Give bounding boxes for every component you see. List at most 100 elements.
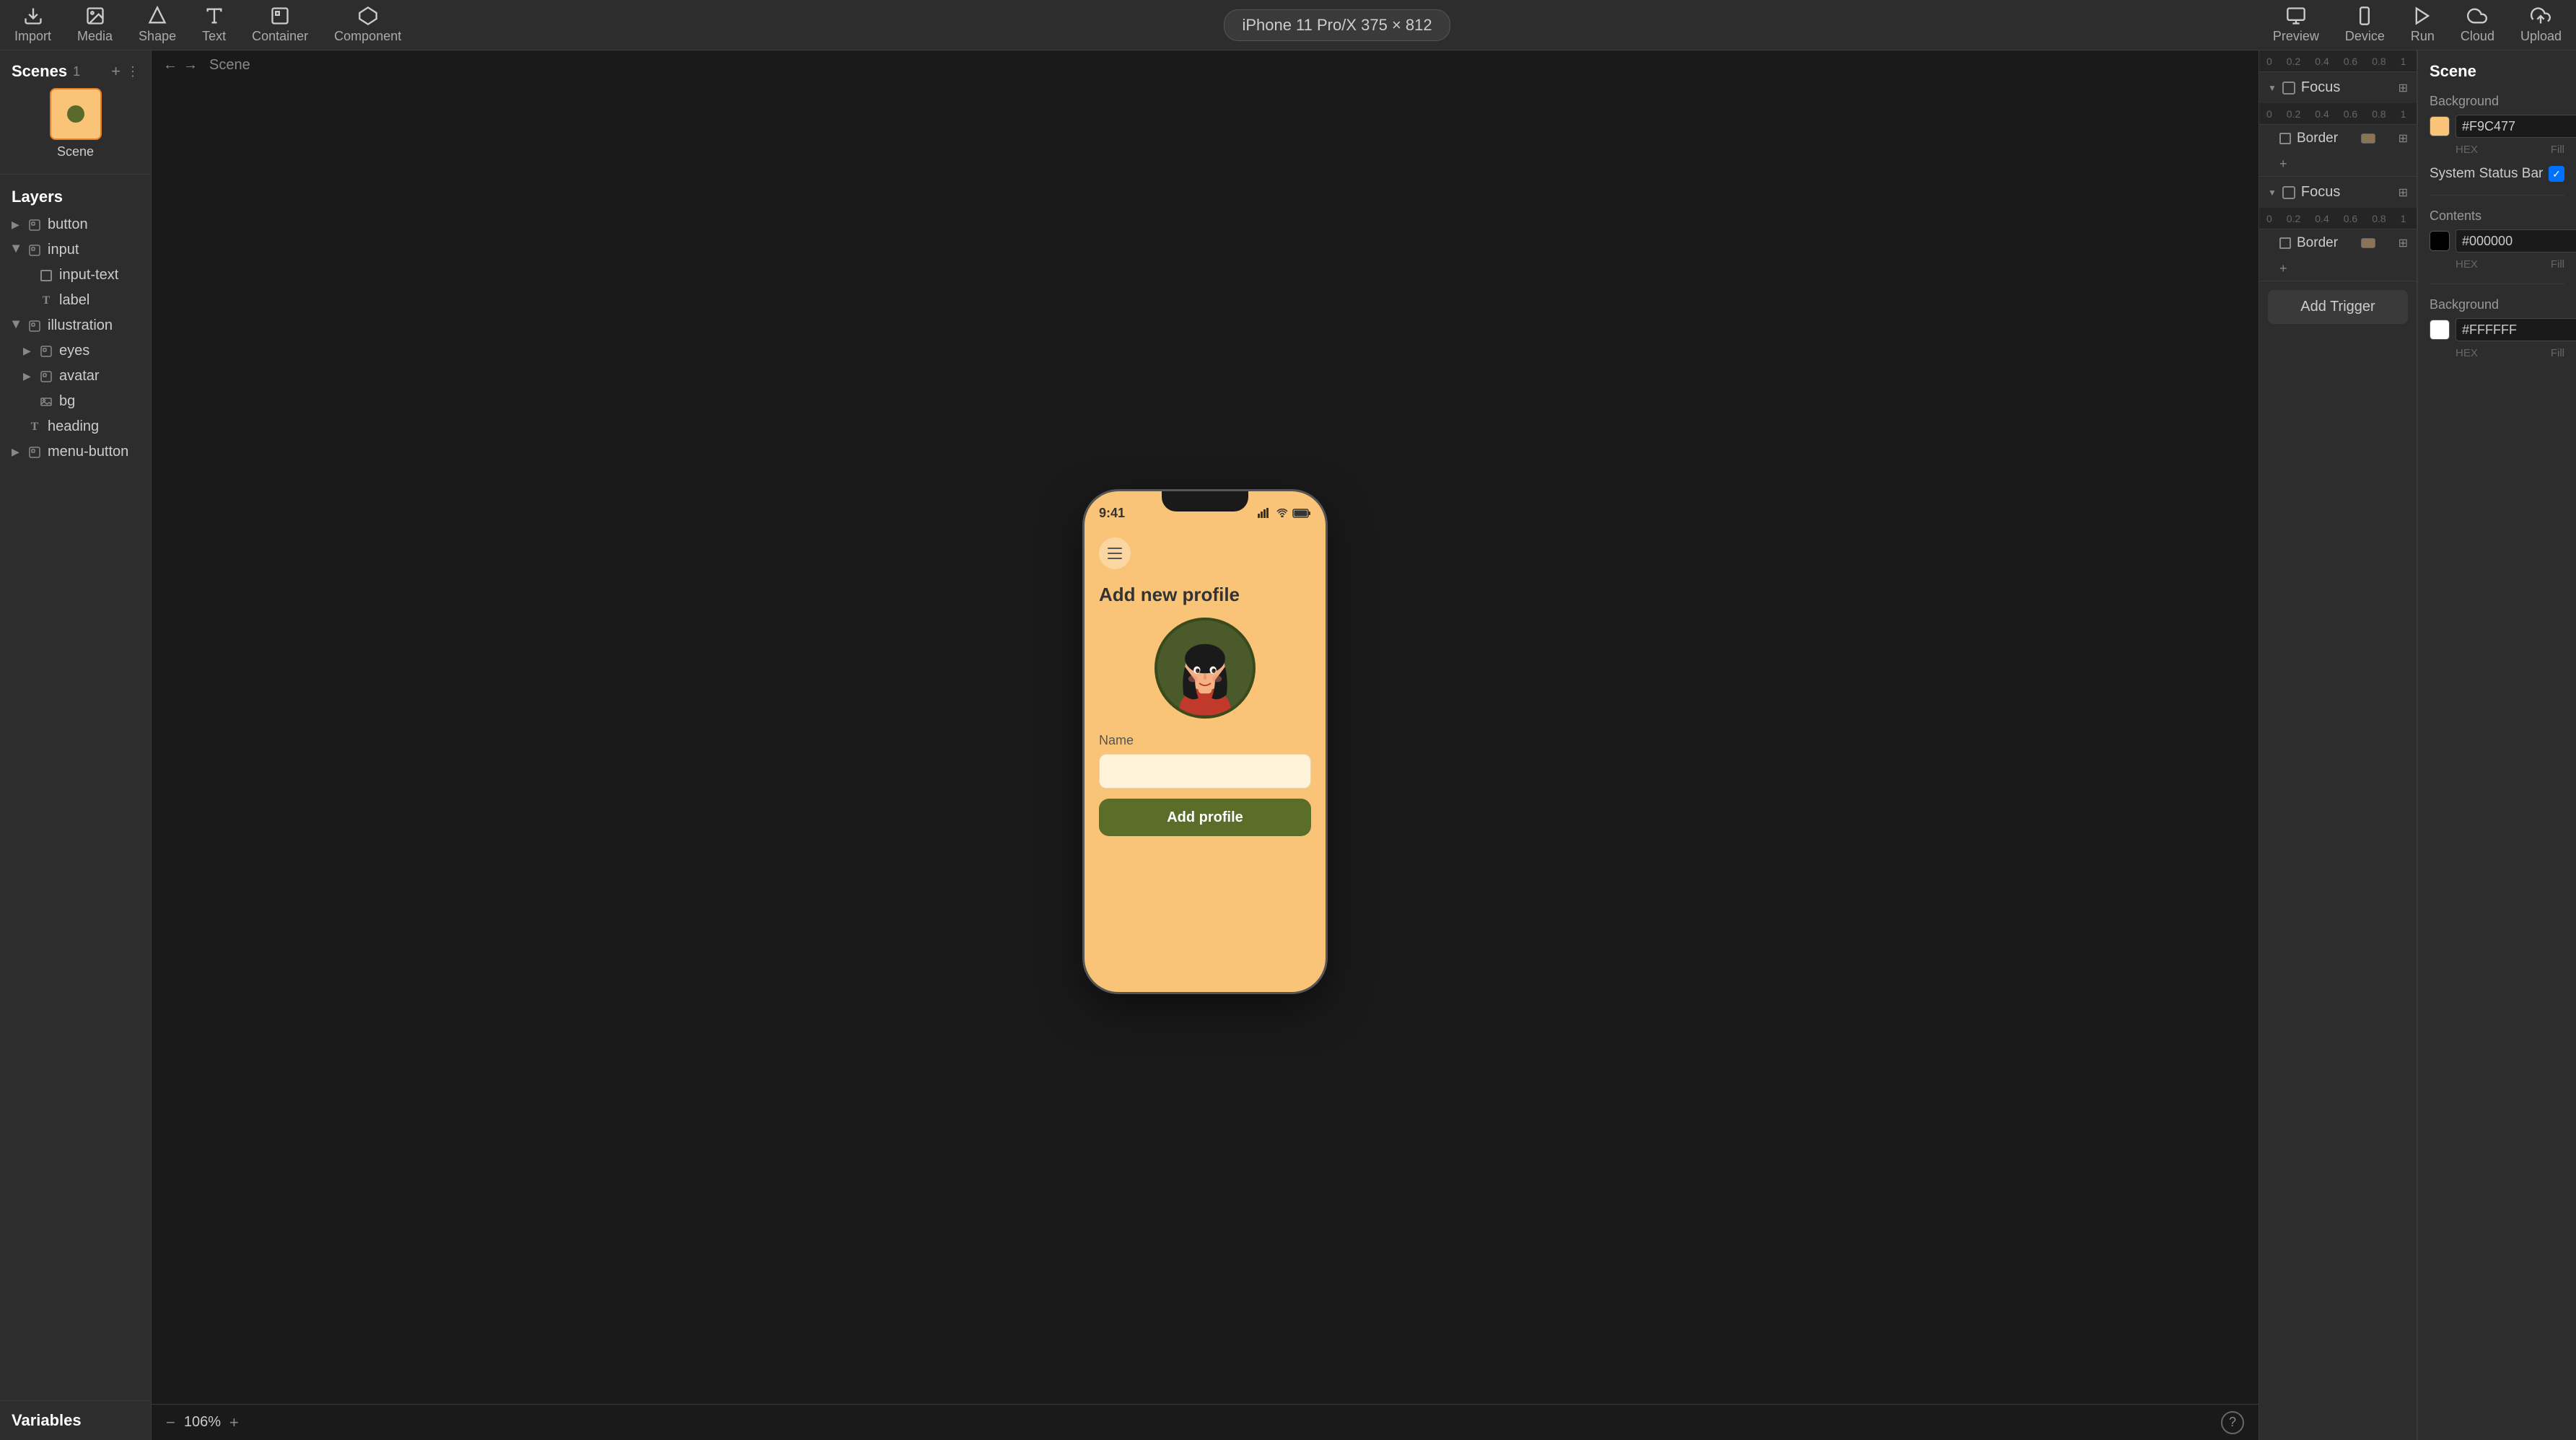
background-group: Background ↗ HEX Fill — [2430, 94, 2564, 156]
focus-expand-1[interactable]: ⊞ — [2398, 81, 2408, 95]
contents-color-row: ↗ — [2430, 229, 2564, 253]
focus-icon-2 — [2282, 186, 2295, 199]
add-border-row-1: + — [2259, 152, 2417, 176]
forward-button[interactable]: → — [183, 57, 198, 74]
focus-header-1[interactable]: ▼ Focus ⊞ — [2259, 72, 2417, 103]
border-item-1[interactable]: Border ⊞ — [2259, 125, 2417, 152]
border-swatch-1 — [2361, 133, 2375, 144]
layer-button-label: button — [48, 216, 88, 233]
avatar-svg — [1158, 621, 1252, 715]
zoom-controls: − 106% + — [166, 1413, 239, 1432]
menu-button-phone[interactable] — [1099, 537, 1131, 569]
bg2-color-swatch[interactable] — [2430, 320, 2450, 340]
component-icon-illustration — [27, 319, 42, 333]
layer-arrow-illustration: ▶ — [11, 321, 23, 331]
layer-input-text[interactable]: input-text — [0, 263, 151, 288]
cloud-button[interactable]: Cloud — [2461, 6, 2494, 44]
canvas-area: ← → Scene 9:41 — [152, 51, 2259, 1440]
image-icon-bg — [39, 395, 53, 409]
layer-menu-button[interactable]: ▶ menu-button — [0, 439, 151, 465]
main-body: Scenes 1 + ⋮ Scene Layers ▶ — [0, 51, 2576, 1440]
layer-avatar[interactable]: ▶ avatar — [0, 364, 151, 389]
component-button[interactable]: Component — [334, 6, 401, 44]
scene-label: Scene — [57, 144, 94, 159]
layer-label[interactable]: T label — [0, 288, 151, 313]
focus-icon-1 — [2282, 82, 2295, 95]
import-button[interactable]: Import — [14, 6, 51, 44]
right-panel-title: Scene — [2430, 62, 2564, 81]
layer-eyes[interactable]: ▶ eyes — [0, 338, 151, 364]
scenes-title: Scenes — [12, 62, 67, 81]
zoom-level: 106% — [184, 1414, 221, 1431]
toolbar-center: iPhone 11 Pro/X 375 × 812 — [401, 9, 2273, 41]
ruler-1: 1 — [2401, 56, 2406, 67]
component-icon-eyes — [39, 344, 53, 359]
canvas-bottom: − 106% + ? — [152, 1404, 2259, 1440]
zoom-out-button[interactable]: − — [166, 1413, 175, 1432]
upload-button[interactable]: Upload — [2520, 6, 2562, 44]
scenes-options-button[interactable]: ⋮ — [126, 64, 139, 79]
focus-section-1: ▼ Focus ⊞ 0 0.2 0.4 0.6 0.8 1 1.2 Border — [2259, 72, 2417, 177]
ruler-0: 0 — [2266, 56, 2272, 67]
layer-button[interactable]: ▶ button — [0, 212, 151, 237]
media-label: Media — [77, 29, 113, 44]
layer-heading[interactable]: T heading — [0, 414, 151, 439]
add-scene-button[interactable]: + — [111, 62, 121, 81]
add-profile-label: Add profile — [1167, 809, 1243, 826]
focus-ruler-1: 0 0.2 0.4 0.6 0.8 1 1.2 — [2259, 103, 2417, 125]
border-item-2[interactable]: Border ⊞ — [2259, 229, 2417, 257]
fr2-02: 0.2 — [2287, 213, 2300, 224]
fr1-06: 0.6 — [2344, 108, 2357, 120]
system-status-bar-checkbox[interactable]: ✓ — [2549, 166, 2564, 182]
add-profile-button[interactable]: Add profile — [1099, 799, 1311, 836]
container-label: Container — [252, 29, 308, 44]
contents-color-swatch[interactable] — [2430, 231, 2450, 251]
run-button[interactable]: Run — [2411, 6, 2435, 44]
fr1-08: 0.8 — [2372, 108, 2386, 120]
preview-label: Preview — [2273, 29, 2319, 44]
layer-input[interactable]: ▶ input — [0, 237, 151, 263]
preview-button[interactable]: Preview — [2273, 6, 2319, 44]
component-label: Component — [334, 29, 401, 44]
text-button[interactable]: Text — [202, 6, 226, 44]
phone-time: 9:41 — [1099, 506, 1125, 521]
bg2-fill-label: Fill — [2551, 347, 2564, 359]
focus-expand-2[interactable]: ⊞ — [2398, 185, 2408, 200]
phone-status-bar: 9:41 — [1085, 491, 1326, 527]
layer-avatar-label: avatar — [59, 368, 100, 385]
bg-color-input[interactable] — [2455, 115, 2576, 138]
layer-arrow-input: ▶ — [11, 245, 23, 255]
bg-color-swatch[interactable] — [2430, 116, 2450, 136]
scene-thumbnail[interactable]: Scene — [12, 88, 139, 159]
add-trigger-button[interactable]: Add Trigger — [2268, 290, 2408, 324]
layer-arrow-menu-button: ▶ — [12, 446, 22, 458]
layer-bg[interactable]: bg — [0, 389, 151, 414]
contents-color-input[interactable] — [2455, 229, 2576, 253]
layer-bg-label: bg — [59, 393, 75, 410]
hamburger-line-3 — [1108, 558, 1122, 559]
device-button[interactable]: Device — [2345, 6, 2385, 44]
layers-list: ▶ button ▶ input — [0, 212, 151, 1400]
focus-header-2[interactable]: ▼ Focus ⊞ — [2259, 177, 2417, 208]
device-badge[interactable]: iPhone 11 Pro/X 375 × 812 — [1224, 9, 1450, 41]
bg2-color-row: ↗ — [2430, 318, 2564, 341]
ruler-02: 0.2 — [2287, 56, 2300, 67]
border-props-2[interactable]: ⊞ — [2398, 236, 2408, 250]
name-input-field[interactable] — [1099, 754, 1311, 789]
border-icon-2 — [2279, 237, 2291, 249]
layer-illustration[interactable]: ▶ illustration — [0, 313, 151, 338]
zoom-in-button[interactable]: + — [229, 1413, 239, 1432]
help-button[interactable]: ? — [2221, 1411, 2244, 1434]
canvas-header: ← → Scene — [152, 51, 2259, 79]
shape-button[interactable]: Shape — [139, 6, 176, 44]
border-props-1[interactable]: ⊞ — [2398, 131, 2408, 146]
import-label: Import — [14, 29, 51, 44]
background-label: Background — [2430, 94, 2564, 109]
bg2-color-input[interactable] — [2455, 318, 2576, 341]
back-button[interactable]: ← — [163, 57, 178, 74]
container-button[interactable]: Container — [252, 6, 308, 44]
canvas-body[interactable]: 9:41 — [152, 79, 2259, 1404]
text-icon-label: T — [39, 294, 53, 308]
toolbar: Import Media Shape Text — [0, 0, 2576, 51]
media-button[interactable]: Media — [77, 6, 113, 44]
